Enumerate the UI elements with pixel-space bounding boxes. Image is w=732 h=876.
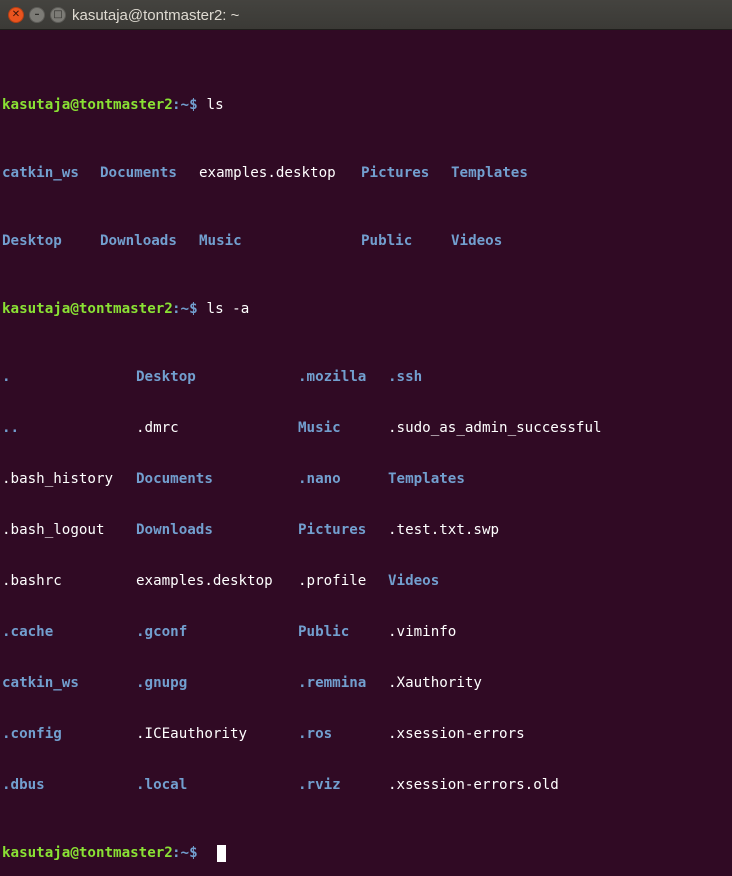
directory-entry: .gconf bbox=[136, 624, 188, 640]
prompt-path: :~$ bbox=[172, 97, 198, 113]
file-entry: examples.desktop bbox=[136, 573, 273, 589]
directory-entry: Videos bbox=[451, 233, 503, 249]
prompt-user-host: kasutaja@tontmaster2 bbox=[2, 97, 173, 113]
prompt-path: :~$ bbox=[172, 301, 198, 317]
command-text: ls bbox=[198, 97, 224, 113]
directory-entry: Templates bbox=[451, 165, 528, 181]
directory-entry: .local bbox=[136, 777, 188, 793]
minimize-icon: – bbox=[34, 9, 40, 20]
directory-entry: Documents bbox=[100, 165, 177, 181]
file-entry: .bash_history bbox=[2, 471, 114, 487]
file-entry: .bash_logout bbox=[2, 522, 105, 538]
ls-a-output-row: .bash_history Documents .nano Templates bbox=[2, 471, 730, 488]
directory-entry: Desktop bbox=[136, 369, 196, 385]
directory-entry: Public bbox=[298, 624, 350, 640]
text-cursor[interactable] bbox=[217, 845, 226, 862]
prompt-user-host: kasutaja@tontmaster2 bbox=[2, 845, 173, 861]
directory-entry: catkin_ws bbox=[2, 675, 79, 691]
ls-a-output-row: .dbus .local .rviz .xsession-errors.old bbox=[2, 777, 730, 794]
ls-a-output-row: .bashrc examples.desktop .profile Videos bbox=[2, 573, 730, 590]
directory-entry: .nano bbox=[298, 471, 341, 487]
prompt-line: kasutaja@tontmaster2 :~$ ls -a bbox=[2, 301, 730, 318]
close-icon: ✕ bbox=[11, 9, 21, 20]
file-entry: .viminfo bbox=[388, 624, 457, 640]
prompt-user-host: kasutaja@tontmaster2 bbox=[2, 301, 173, 317]
directory-entry: .ros bbox=[298, 726, 333, 742]
directory-entry: Templates bbox=[388, 471, 465, 487]
file-entry: .bashrc bbox=[2, 573, 62, 589]
directory-entry: Desktop bbox=[2, 233, 62, 249]
window-title: kasutaja@tontmaster2: ~ bbox=[72, 7, 240, 24]
directory-entry: Pictures bbox=[298, 522, 367, 538]
directory-entry: Downloads bbox=[100, 233, 177, 249]
terminal-window: ✕ – □ kasutaja@tontmaster2: ~ kasutaja@t… bbox=[0, 0, 732, 862]
directory-entry: . bbox=[2, 369, 11, 385]
directory-entry: .cache bbox=[2, 624, 54, 640]
directory-entry: .. bbox=[2, 420, 20, 436]
prompt-line: kasutaja@tontmaster2 :~$ bbox=[2, 845, 730, 862]
prompt-line: kasutaja@tontmaster2 :~$ ls bbox=[2, 97, 730, 114]
directory-entry: Documents bbox=[136, 471, 213, 487]
directory-entry: .remmina bbox=[298, 675, 367, 691]
command-text: ls -a bbox=[198, 301, 250, 317]
directory-entry: Pictures bbox=[361, 165, 430, 181]
maximize-icon: □ bbox=[53, 9, 63, 20]
directory-entry: Music bbox=[298, 420, 341, 436]
terminal-output[interactable]: kasutaja@tontmaster2 :~$ ls catkin_ws Do… bbox=[2, 46, 730, 876]
file-entry: .sudo_as_admin_successful bbox=[388, 420, 602, 436]
ls-output-row: Desktop Downloads Music Public Videos bbox=[2, 233, 730, 250]
directory-entry: Music bbox=[199, 233, 242, 249]
ls-a-output-row: .config .ICEauthority .ros .xsession-err… bbox=[2, 726, 730, 743]
ls-a-output-row: .cache .gconf Public .viminfo bbox=[2, 624, 730, 641]
directory-entry: .rviz bbox=[298, 777, 341, 793]
maximize-button[interactable]: □ bbox=[50, 7, 66, 23]
directory-entry: .mozilla bbox=[298, 369, 367, 385]
file-entry: .dmrc bbox=[136, 420, 179, 436]
directory-entry: Public bbox=[361, 233, 413, 249]
file-entry: .Xauthority bbox=[388, 675, 482, 691]
ls-a-output-row: .bash_logout Downloads Pictures .test.tx… bbox=[2, 522, 730, 539]
ls-output-row: catkin_ws Documents examples.desktop Pic… bbox=[2, 165, 730, 182]
close-button[interactable]: ✕ bbox=[8, 7, 24, 23]
ls-a-output-row: catkin_ws .gnupg .remmina .Xauthority bbox=[2, 675, 730, 692]
minimize-button[interactable]: – bbox=[29, 7, 45, 23]
directory-entry: .config bbox=[2, 726, 62, 742]
title-bar[interactable]: ✕ – □ kasutaja@tontmaster2: ~ bbox=[0, 0, 732, 30]
file-entry: examples.desktop bbox=[199, 165, 336, 181]
prompt-path: :~$ bbox=[172, 845, 198, 861]
directory-entry: .gnupg bbox=[136, 675, 188, 691]
file-entry: .test.txt.swp bbox=[388, 522, 500, 538]
file-entry: .xsession-errors bbox=[388, 726, 525, 742]
directory-entry: Downloads bbox=[136, 522, 213, 538]
ls-a-output-row: . Desktop .mozilla .ssh bbox=[2, 369, 730, 386]
file-entry: .xsession-errors.old bbox=[388, 777, 559, 793]
ls-a-output-row: .. .dmrc Music .sudo_as_admin_successful bbox=[2, 420, 730, 437]
directory-entry: Videos bbox=[388, 573, 440, 589]
directory-entry: catkin_ws bbox=[2, 165, 79, 181]
file-entry: .ICEauthority bbox=[136, 726, 248, 742]
directory-entry: .dbus bbox=[2, 777, 45, 793]
file-entry: .profile bbox=[298, 573, 367, 589]
directory-entry: .ssh bbox=[388, 369, 423, 385]
